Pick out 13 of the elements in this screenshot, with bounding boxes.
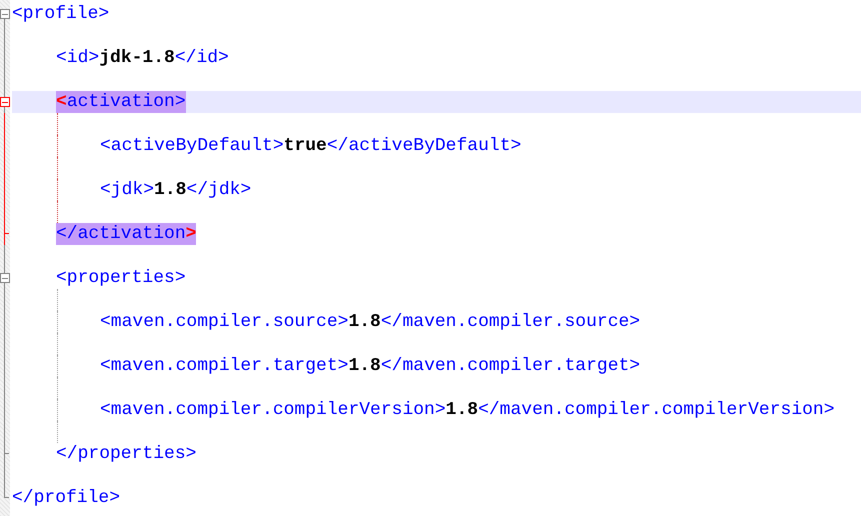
code-line: <profile>	[12, 3, 110, 25]
code-line: <properties>	[56, 267, 186, 289]
code-line: <maven.compiler.target>1.8</maven.compiler.target>	[100, 355, 640, 377]
code-line: <maven.compiler.source>1.8</maven.compiler.source>	[100, 311, 640, 333]
fold-toggle[interactable]	[0, 273, 10, 283]
code-line: <activeByDefault>true</activeByDefault>	[100, 135, 522, 157]
code-line: <id>jdk-1.8</id>	[56, 47, 229, 69]
fold-toggle[interactable]	[0, 97, 10, 107]
code-line: </profile>	[12, 487, 120, 509]
code-line: <maven.compiler.compilerVersion>1.8</maven.compiler.compilerVersion>	[100, 399, 835, 421]
code-line: </properties>	[56, 443, 196, 465]
code-line: <jdk>1.8</jdk>	[100, 179, 252, 201]
fold-toggle[interactable]	[0, 9, 10, 19]
